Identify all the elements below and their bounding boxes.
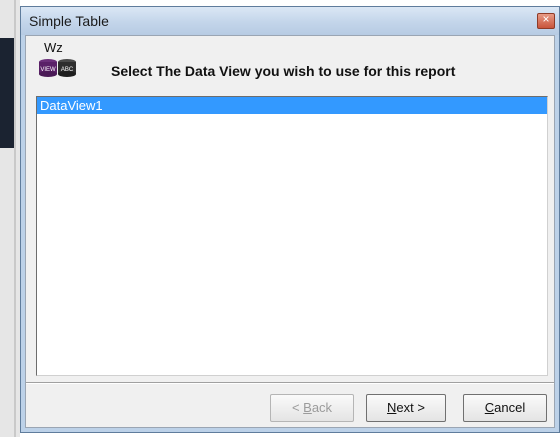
back-prefix: < bbox=[291, 400, 304, 415]
wizard-dialog: Simple Table × Wz VIEW ABC Select The Da bbox=[20, 6, 560, 433]
back-button[interactable]: < Back bbox=[270, 394, 354, 422]
instruction-text: Select The Data View you wish to use for… bbox=[111, 63, 456, 79]
cancel-button[interactable]: Cancel bbox=[463, 394, 547, 422]
dataview-list-item[interactable]: DataView1 bbox=[37, 97, 547, 114]
title-bar[interactable]: Simple Table × bbox=[21, 7, 559, 35]
wizard-header: Wz VIEW ABC Select The Data View you wis… bbox=[26, 36, 554, 88]
background-app-panel bbox=[0, 38, 14, 148]
next-rest: ext > bbox=[396, 400, 425, 415]
next-button[interactable]: Next > bbox=[366, 394, 446, 422]
cancel-accel: C bbox=[484, 400, 495, 415]
window-title: Simple Table bbox=[29, 13, 109, 29]
button-separator bbox=[26, 382, 554, 384]
wizard-logo: Wz VIEW ABC bbox=[34, 40, 78, 84]
logo-label-right: ABC bbox=[61, 67, 74, 73]
background-app-strip bbox=[0, 0, 20, 437]
back-accel: B bbox=[303, 400, 312, 415]
dialog-body: Wz VIEW ABC Select The Data View you wis… bbox=[25, 35, 555, 428]
back-rest: ack bbox=[311, 400, 333, 415]
close-button[interactable]: × bbox=[537, 12, 555, 29]
close-icon: × bbox=[542, 12, 550, 26]
cancel-rest: ancel bbox=[494, 400, 526, 415]
logo-text: Wz bbox=[44, 40, 63, 55]
database-icon: VIEW ABC bbox=[39, 59, 76, 77]
logo-label-left: VIEW bbox=[40, 67, 56, 73]
background-app-divider bbox=[14, 0, 16, 437]
dataview-list[interactable]: DataView1 bbox=[36, 96, 548, 376]
next-accel: N bbox=[387, 400, 397, 415]
